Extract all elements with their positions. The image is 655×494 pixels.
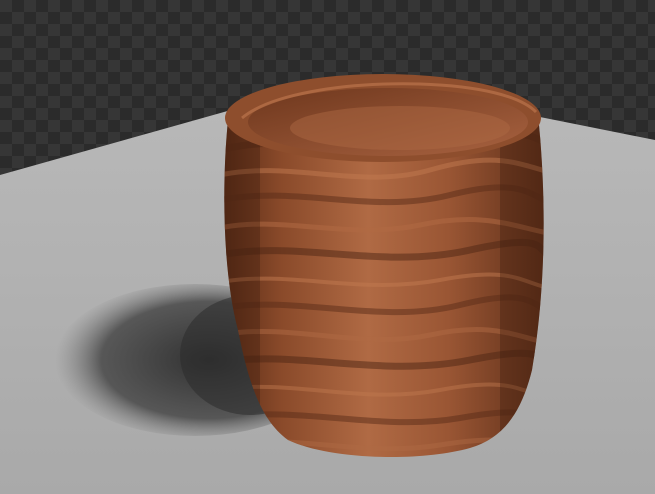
cup-interior-highlight [290,106,510,150]
wooden-cup [224,74,544,458]
render-viewport [0,0,655,494]
render-canvas [0,0,655,494]
